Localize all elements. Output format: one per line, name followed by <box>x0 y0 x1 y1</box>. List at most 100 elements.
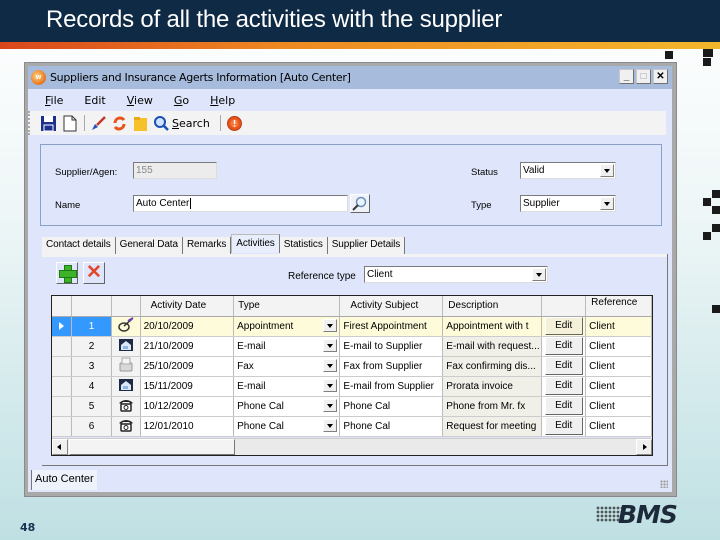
menu-edit[interactable]: Edit <box>84 94 105 107</box>
search-icon[interactable] <box>153 115 170 132</box>
edit-button[interactable]: Edit <box>544 357 583 375</box>
save-icon[interactable] <box>40 115 57 132</box>
column-header-type[interactable]: Type <box>233 296 341 317</box>
row-selector[interactable] <box>52 316 73 337</box>
clear-brush-icon[interactable] <box>90 115 107 132</box>
table-row[interactable]: 5 10/12/2009 Phone Cal Phone Cal Phone from … <box>52 396 652 417</box>
search-button[interactable]: Search <box>172 117 210 130</box>
table-row[interactable]: 4 15/11/2009 E-mail E-mail from Supplier Pro… <box>52 376 652 397</box>
chevron-down-icon[interactable] <box>323 338 338 352</box>
tab-remarks[interactable]: Remarks <box>182 237 232 254</box>
activity-type-cell[interactable]: Fax <box>233 356 341 377</box>
table-row[interactable]: 6 12/01/2010 Phone Cal Phone Cal Request for… <box>52 416 652 437</box>
activity-description-cell[interactable]: Phone from Mr. fx <box>442 396 543 417</box>
activity-subject-cell[interactable]: Fax from Supplier <box>339 356 444 377</box>
activity-type-cell[interactable]: Appointment <box>233 316 341 337</box>
edit-button[interactable]: Edit <box>544 397 583 415</box>
row-selector[interactable] <box>52 356 73 377</box>
column-header-activity-date[interactable]: Activity Date <box>140 296 235 317</box>
activity-subject-cell[interactable]: E-mail from Supplier <box>339 376 444 397</box>
activity-type-cell[interactable]: Phone Cal <box>233 396 341 417</box>
scroll-right-button[interactable] <box>636 439 652 455</box>
new-document-icon[interactable] <box>61 115 78 132</box>
reference-cell[interactable]: Client <box>585 376 652 397</box>
activity-description-cell[interactable]: Fax confirming dis... <box>442 356 543 377</box>
horizontal-scrollbar[interactable] <box>52 438 652 455</box>
status-select[interactable]: Valid <box>520 162 616 179</box>
menu-go[interactable]: Go <box>174 94 189 107</box>
table-row[interactable]: 1 20/10/2009 Appointment Firest Appointment… <box>52 316 652 337</box>
chevron-down-icon[interactable] <box>323 378 338 392</box>
tab-supplier-details[interactable]: Supplier Details <box>327 237 406 254</box>
edit-button[interactable]: Edit <box>544 417 583 435</box>
column-header-activity-subject[interactable]: Activity Subject <box>339 296 444 317</box>
activity-description-cell[interactable]: Appointment with t <box>442 316 543 337</box>
activity-date-cell[interactable]: 15/11/2009 <box>140 376 235 397</box>
row-selector[interactable] <box>52 396 73 417</box>
refresh-icon[interactable] <box>111 115 128 132</box>
table-row[interactable]: 2 21/10/2009 E-mail E-mail to Supplier E-mai… <box>52 336 652 357</box>
tab-contact-details[interactable]: Contact details <box>42 237 116 254</box>
activity-subject-cell[interactable]: Phone Cal <box>339 396 444 417</box>
chevron-down-icon[interactable] <box>532 268 546 281</box>
chevron-down-icon[interactable] <box>323 418 338 432</box>
name-lookup-button[interactable] <box>350 194 370 213</box>
window-titlebar[interactable]: w Suppliers and Insurance Agerts Informa… <box>28 66 672 89</box>
menu-file[interactable]: File <box>45 94 63 107</box>
activity-type-cell[interactable]: E-mail <box>233 336 341 357</box>
chevron-down-icon[interactable] <box>323 358 338 372</box>
folder-icon[interactable] <box>132 115 149 132</box>
activity-type-cell[interactable]: Phone Cal <box>233 416 341 437</box>
resize-grip[interactable] <box>660 480 668 488</box>
edit-button[interactable]: Edit <box>544 317 583 335</box>
reference-cell[interactable]: Client <box>585 416 652 437</box>
activity-date-cell[interactable]: 20/10/2009 <box>140 316 235 337</box>
reference-cell[interactable]: Client <box>585 396 652 417</box>
chevron-down-icon[interactable] <box>323 318 338 332</box>
exit-icon[interactable] <box>226 115 243 132</box>
maximize-button[interactable]: □ <box>636 69 651 84</box>
activity-subject-cell[interactable]: E-mail to Supplier <box>339 336 444 357</box>
edit-button[interactable]: Edit <box>544 337 583 355</box>
activity-date-cell[interactable]: 12/01/2010 <box>140 416 235 437</box>
activity-date-cell[interactable]: 10/12/2009 <box>140 396 235 417</box>
activity-type-cell[interactable]: E-mail <box>233 376 341 397</box>
activity-subject-cell[interactable]: Phone Cal <box>339 416 444 437</box>
tab-statistics[interactable]: Statistics <box>279 237 328 254</box>
tab-activities[interactable]: Activities <box>231 234 280 253</box>
phone-icon <box>111 416 141 437</box>
chevron-down-icon[interactable] <box>600 164 614 177</box>
name-input[interactable]: Auto Center <box>133 195 348 212</box>
activity-description-cell[interactable]: E-mail with request... <box>442 336 543 357</box>
type-select[interactable]: Supplier <box>520 195 616 212</box>
table-row[interactable]: 3 25/10/2009 Fax Fax from Supplier Fax confi… <box>52 356 652 377</box>
row-selector[interactable] <box>52 376 73 397</box>
activity-date-cell[interactable]: 21/10/2009 <box>140 336 235 357</box>
close-button[interactable]: ✕ <box>653 69 668 84</box>
add-activity-button[interactable] <box>56 262 78 284</box>
column-header-reference[interactable]: Reference <box>585 296 652 317</box>
reference-cell[interactable]: Client <box>585 356 652 377</box>
activity-date-cell[interactable]: 25/10/2009 <box>140 356 235 377</box>
row-selector[interactable] <box>52 336 73 357</box>
decorative-square <box>712 206 720 214</box>
activity-description-cell[interactable]: Prorata invoice <box>442 376 543 397</box>
reference-cell[interactable]: Client <box>585 316 652 337</box>
logo-text: BMS <box>618 500 678 529</box>
scroll-left-button[interactable] <box>52 439 68 455</box>
row-selector[interactable] <box>52 416 73 437</box>
activity-subject-cell[interactable]: Firest Appointment <box>339 316 444 337</box>
chevron-down-icon[interactable] <box>600 197 614 210</box>
menu-view[interactable]: View <box>127 94 153 107</box>
column-header-description[interactable]: Description <box>442 296 543 317</box>
scroll-thumb[interactable] <box>69 439 235 455</box>
chevron-down-icon[interactable] <box>323 398 338 412</box>
delete-activity-button[interactable]: ✕ <box>83 262 105 284</box>
reference-cell[interactable]: Client <box>585 336 652 357</box>
edit-button[interactable]: Edit <box>544 377 583 395</box>
minimize-button[interactable]: _ <box>619 69 634 84</box>
menu-help[interactable]: Help <box>210 94 235 107</box>
activity-description-cell[interactable]: Request for meeting <box>442 416 543 437</box>
reference-type-select[interactable]: Client <box>364 266 548 283</box>
tab-general-data[interactable]: General Data <box>115 237 183 254</box>
